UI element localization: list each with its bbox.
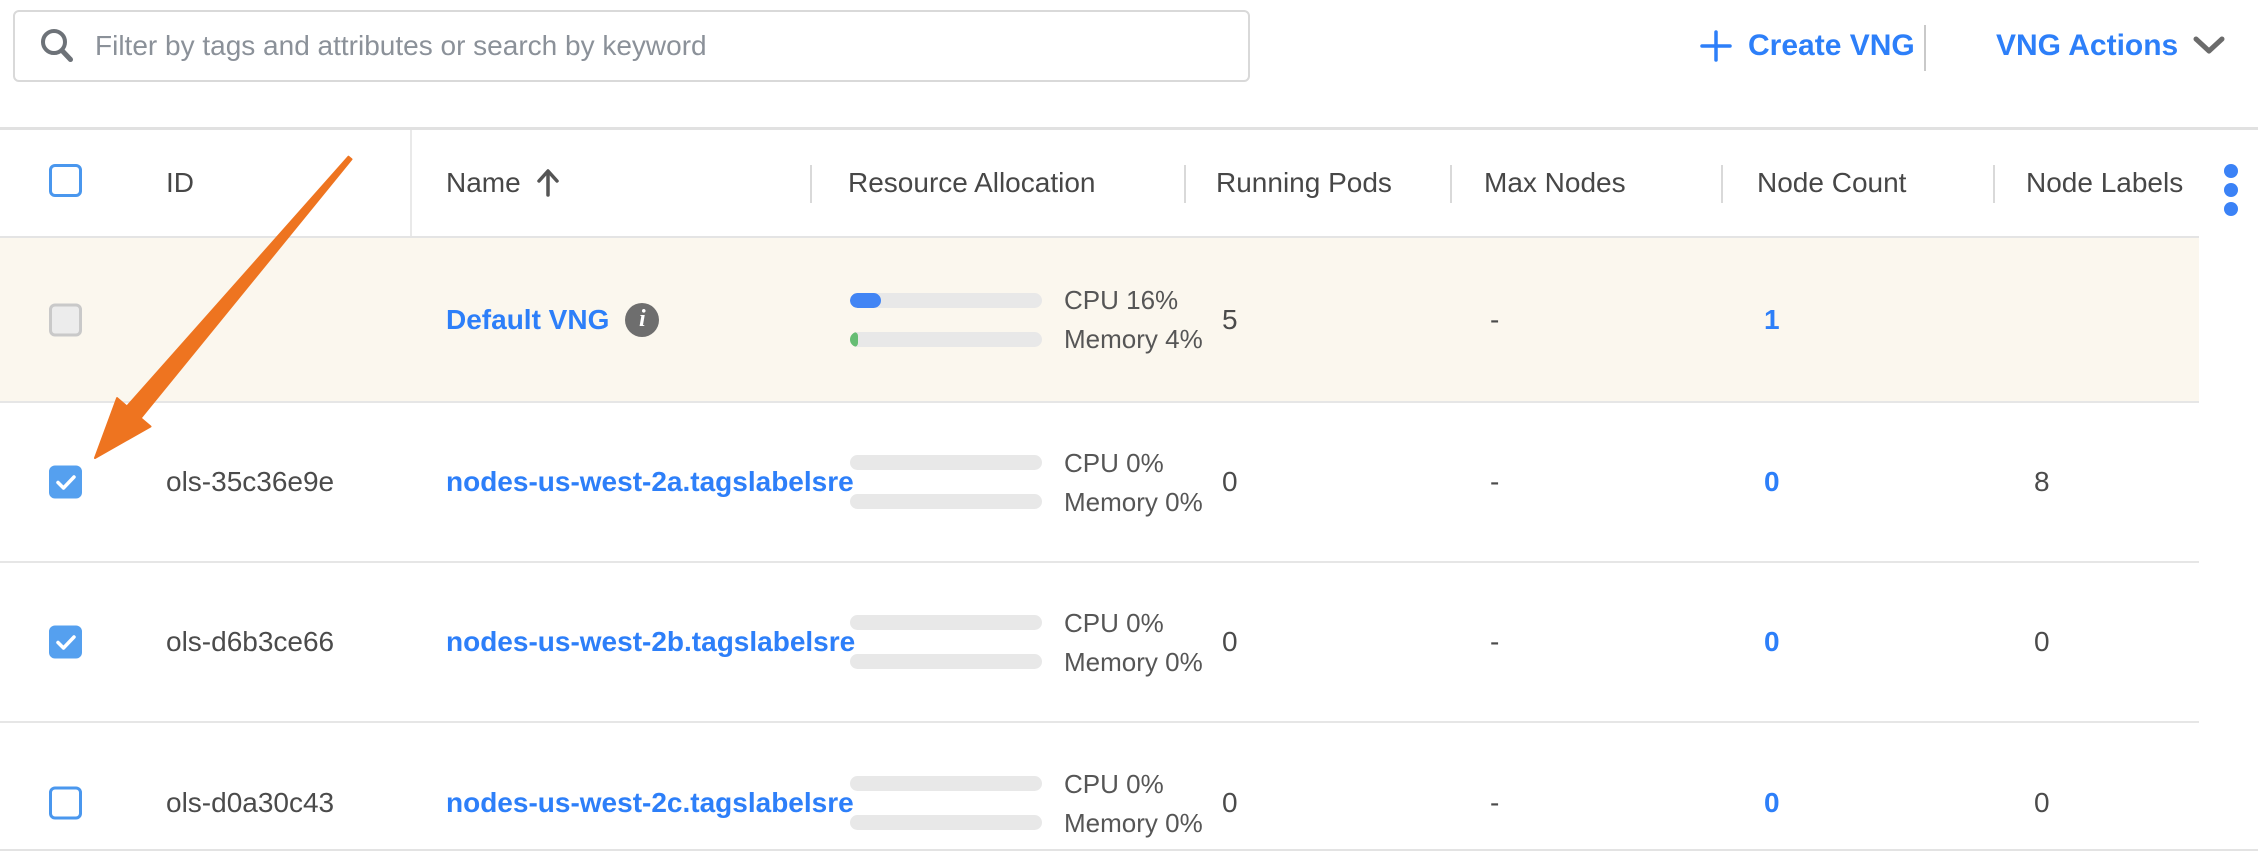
vng-name-link[interactable]: nodes-us-west-2c.tagslabelsre — [446, 787, 854, 819]
vng-name-text: nodes-us-west-2c.tagslabelsre — [446, 787, 854, 819]
resource-allocation-bars — [850, 603, 1042, 681]
vng-id: ols-35c36e9e — [166, 466, 334, 498]
resource-allocation-bars — [850, 281, 1042, 359]
column-header-name[interactable]: Name — [446, 167, 561, 199]
table-row: Default VNG i CPU 16% Memory 4% 5 - 1 — [0, 238, 2199, 403]
running-pods-value: 0 — [1222, 626, 1238, 658]
memory-label: Memory 4% — [1064, 324, 1203, 354]
checkmark-icon — [55, 633, 77, 651]
memory-label: Memory 0% — [1064, 808, 1203, 838]
max-nodes-value: - — [1490, 626, 1499, 658]
search-input[interactable] — [93, 29, 1232, 63]
vng-name-text: nodes-us-west-2b.tagslabelsre — [446, 626, 855, 658]
resource-allocation-labels: CPU 0% Memory 0% — [1064, 764, 1203, 842]
max-nodes-value: - — [1490, 466, 1499, 498]
running-pods-value: 5 — [1222, 304, 1238, 336]
resource-allocation-bars — [850, 443, 1042, 521]
cpu-label: CPU 0% — [1064, 448, 1203, 478]
vng-actions-label: VNG Actions — [1996, 29, 2178, 63]
column-header-node-count[interactable]: Node Count — [1757, 167, 1906, 199]
cpu-label: CPU 0% — [1064, 769, 1203, 799]
vng-name-link[interactable]: nodes-us-west-2a.tagslabelsre — [446, 466, 854, 498]
node-count-link[interactable]: 0 — [1764, 787, 1780, 819]
memory-label: Memory 0% — [1064, 487, 1203, 517]
header-tick — [1993, 165, 1995, 203]
info-icon[interactable]: i — [625, 303, 659, 337]
row-checkbox — [49, 303, 82, 336]
resource-allocation-labels: CPU 16% Memory 4% — [1064, 281, 1203, 359]
vng-list-screen: Create VNG VNG Actions ID Name Resource … — [0, 0, 2258, 854]
vng-name-text: nodes-us-west-2a.tagslabelsre — [446, 466, 854, 498]
column-header-running-pods[interactable]: Running Pods — [1216, 167, 1392, 199]
cpu-label: CPU 16% — [1064, 285, 1203, 315]
table-header-row: ID Name Resource Allocation Running Pods… — [0, 130, 2199, 238]
row-checkbox[interactable] — [49, 466, 82, 499]
column-header-resource-allocation[interactable]: Resource Allocation — [848, 167, 1095, 199]
header-tick — [1184, 165, 1186, 203]
chevron-down-icon — [2192, 35, 2226, 57]
cpu-bar — [850, 455, 1042, 470]
column-header-max-nodes[interactable]: Max Nodes — [1484, 167, 1626, 199]
node-count-link[interactable]: 0 — [1764, 626, 1780, 658]
max-nodes-value: - — [1490, 304, 1499, 336]
filter-search-box[interactable] — [13, 10, 1250, 82]
vng-name-text: Default VNG — [446, 304, 609, 336]
viewport-bottom-border — [0, 849, 2258, 851]
toolbar-divider — [1924, 25, 1926, 71]
table-row: ols-d6b3ce66 nodes-us-west-2b.tagslabels… — [0, 563, 2199, 723]
column-settings-kebab-icon[interactable] — [2218, 164, 2244, 216]
vng-name-link[interactable]: nodes-us-west-2b.tagslabelsre — [446, 626, 855, 658]
row-checkbox[interactable] — [49, 787, 82, 820]
create-vng-label: Create VNG — [1748, 29, 1915, 63]
memory-bar — [850, 654, 1042, 669]
column-header-node-labels[interactable]: Node Labels — [2026, 167, 2183, 199]
search-icon — [37, 26, 77, 66]
node-count-link[interactable]: 0 — [1764, 466, 1780, 498]
header-tick — [810, 165, 812, 203]
memory-bar — [850, 494, 1042, 509]
create-vng-button[interactable]: Create VNG — [1692, 22, 1921, 70]
memory-bar — [850, 815, 1042, 830]
memory-label: Memory 0% — [1064, 647, 1203, 677]
vng-id: ols-d6b3ce66 — [166, 626, 334, 658]
table-row: ols-35c36e9e nodes-us-west-2a.tagslabels… — [0, 403, 2199, 563]
select-all-checkbox[interactable] — [49, 164, 82, 197]
cpu-bar — [850, 776, 1042, 791]
table-row: ols-d0a30c43 nodes-us-west-2c.tagslabels… — [0, 723, 2199, 854]
header-tick — [1721, 165, 1723, 203]
vng-actions-button[interactable]: VNG Actions — [1990, 22, 2232, 70]
node-labels-value: 0 — [2034, 787, 2050, 819]
node-labels-value: 0 — [2034, 626, 2050, 658]
max-nodes-value: - — [1490, 787, 1499, 819]
sort-ascending-icon — [535, 167, 561, 199]
resource-allocation-labels: CPU 0% Memory 0% — [1064, 443, 1203, 521]
resource-allocation-labels: CPU 0% Memory 0% — [1064, 603, 1203, 681]
running-pods-value: 0 — [1222, 466, 1238, 498]
cpu-label: CPU 0% — [1064, 608, 1203, 638]
checkmark-icon — [55, 473, 77, 491]
vng-id: ols-d0a30c43 — [166, 787, 334, 819]
column-header-id[interactable]: ID — [166, 167, 194, 199]
row-checkbox[interactable] — [49, 626, 82, 659]
header-tick — [1450, 165, 1452, 203]
node-labels-value: 8 — [2034, 466, 2050, 498]
column-header-name-label: Name — [446, 167, 521, 199]
resource-allocation-bars — [850, 764, 1042, 842]
cpu-bar — [850, 615, 1042, 630]
memory-bar — [850, 332, 1042, 347]
plus-icon — [1698, 28, 1734, 64]
vng-name-link[interactable]: Default VNG i — [446, 303, 659, 337]
running-pods-value: 0 — [1222, 787, 1238, 819]
cpu-bar — [850, 293, 1042, 308]
node-count-link[interactable]: 1 — [1764, 304, 1780, 336]
